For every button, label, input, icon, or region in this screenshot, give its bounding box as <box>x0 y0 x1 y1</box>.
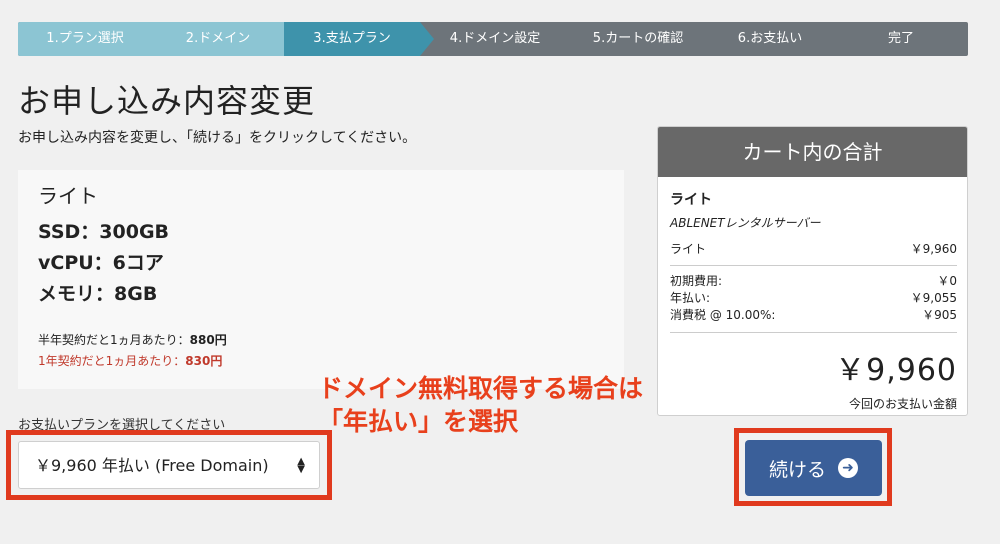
cart-annual-row: 年払い: ￥9,055 <box>670 290 957 307</box>
step-cart-confirm: 5.カートの確認 <box>592 31 684 46</box>
cart-setup-label: 初期費用: <box>670 274 723 288</box>
step-payment-plan: 3.支払プラン <box>284 22 434 56</box>
cart-setup-value: ￥0 <box>937 274 957 288</box>
plan-name: ライト <box>38 184 98 208</box>
cart-annual-value: ￥9,055 <box>910 291 957 305</box>
cart-tax-value: ￥905 <box>922 308 957 322</box>
plan-card: ライト SSD：300GB vCPU：6コア メモリ：8GB 半年契約だと1ヵ月… <box>18 170 624 389</box>
cart-vendor: ABLENETレンタルサーバー <box>670 216 821 230</box>
spec-memory: メモリ：8GB <box>38 283 158 305</box>
half-year-price-note: 半年契約だと1ヵ月あたり：880円 <box>38 330 604 351</box>
progress-steps: 1.プラン選択 2.ドメイン 3.支払プラン 4.ドメイン設定 5.カートの確認… <box>18 22 968 56</box>
half-year-label: 半年契約だと1ヵ月あたり： <box>38 333 190 347</box>
step-plan-select: 1.プラン選択 <box>18 22 152 56</box>
cart-tax-row: 消費税 @ 10.00%: ￥905 <box>670 307 957 333</box>
annotation-line-1: ドメイン無料取得する場合は <box>318 374 644 403</box>
step-domain: 2.ドメイン <box>152 22 284 56</box>
cart-item-price: ￥9,960 <box>910 242 957 256</box>
annotation-text: ドメイン無料取得する場合は 「年払い」を選択 <box>318 372 643 438</box>
cart-total-label: 今回のお支払い金額 <box>848 397 957 411</box>
cart-item-row: ライト ￥9,960 <box>670 241 957 266</box>
yearly-price-note: 1年契約だと1ヵ月あたり：830円 <box>38 351 604 372</box>
instructions-text: お申し込み内容を変更し、「続ける」をクリックしてください。 <box>18 130 417 146</box>
cart-tax-label: 消費税 @ 10.00%: <box>670 308 776 322</box>
annotation-line-2: 「年払い」を選択 <box>318 407 519 436</box>
cart-product-name: ライト <box>670 192 712 208</box>
step-domain-settings: 4.ドメイン設定 <box>449 31 541 46</box>
cart-summary: カート内の合計 ライト ABLENETレンタルサーバー ライト ￥9,960 初… <box>657 126 968 416</box>
cart-annual-label: 年払い: <box>670 291 711 305</box>
select-highlight-box <box>6 430 332 500</box>
step-payment: 6.お支払い <box>737 31 803 46</box>
cart-total: ￥9,960 <box>835 353 957 388</box>
half-year-price: 880円 <box>189 333 227 347</box>
step-complete: 完了 <box>887 31 914 46</box>
button-highlight-box <box>734 428 892 506</box>
cart-setup-row: 初期費用: ￥0 <box>670 273 957 290</box>
page-title: お申し込み内容変更 <box>18 82 316 120</box>
yearly-price: 830円 <box>185 354 223 368</box>
spec-ssd: SSD：300GB <box>38 221 170 243</box>
yearly-label: 1年契約だと1ヵ月あたり： <box>38 354 186 368</box>
cart-header: カート内の合計 <box>658 127 967 177</box>
cart-body: ライト ABLENETレンタルサーバー ライト ￥9,960 初期費用: ￥0 … <box>658 177 967 412</box>
spec-vcpu: vCPU：6コア <box>38 252 164 274</box>
cart-item-label: ライト <box>670 242 707 256</box>
